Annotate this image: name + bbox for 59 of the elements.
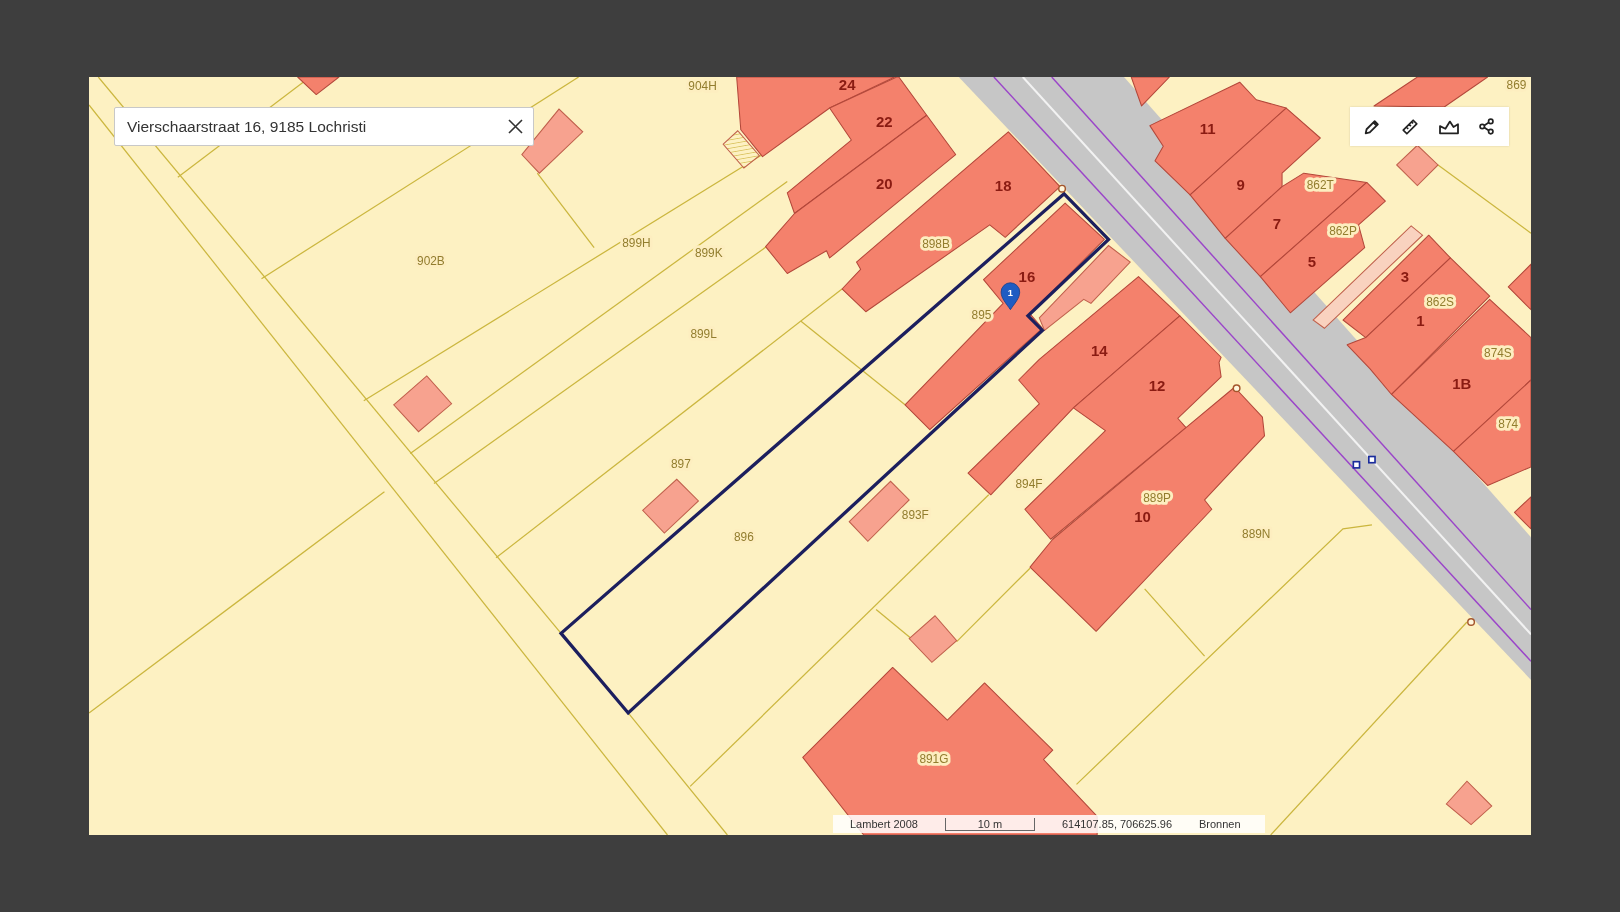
parcel-number-label: 898B (922, 236, 950, 251)
outbuilding (521, 108, 584, 174)
house-number-label: 1 (1416, 312, 1425, 330)
house-number-label: 12 (1148, 377, 1166, 395)
projection-label: Lambert 2008 (850, 818, 918, 830)
parcel-number-label: 862T (1306, 177, 1334, 192)
close-icon (507, 118, 523, 134)
house-number-label: 22 (876, 112, 893, 130)
survey-point-icon (1467, 617, 1476, 626)
building (297, 77, 340, 96)
house-number-label: 18 (994, 176, 1012, 194)
parcel-number-label: 895 (971, 307, 992, 322)
share-icon (1478, 118, 1496, 135)
sources-link[interactable]: Bronnen (1199, 818, 1241, 830)
outbuilding (908, 615, 958, 663)
map-marker[interactable]: 1 (1000, 282, 1021, 311)
house-number-label: 16 (1018, 267, 1036, 285)
parcel-number-label: 902B (417, 254, 445, 269)
parcel-number-label: 889P (1143, 491, 1171, 505)
outbuilding (1396, 144, 1439, 187)
building (1513, 496, 1531, 530)
parcel-number-label: 897 (670, 456, 691, 471)
hatched-structure (722, 130, 761, 169)
house-number-label: 3 (1400, 267, 1410, 285)
pencil-icon (1363, 117, 1381, 136)
parcel-number-label: 869 (1506, 78, 1527, 93)
house-number-label: 24 (838, 77, 856, 94)
parcel-number-label: 896 (734, 530, 754, 545)
outbuilding (1445, 780, 1493, 826)
parcel-number-label: 894F (1015, 476, 1043, 491)
square-marker-icon (1352, 460, 1361, 469)
survey-point-icon (1058, 184, 1067, 193)
survey-point-icon (1232, 384, 1241, 393)
parcel-number-label: 893F (901, 507, 929, 522)
parcel-number-label: 862P (1329, 224, 1357, 239)
parcel-number-label: 891G (919, 751, 949, 766)
coordinates-readout: 614107.85, 706625.96 (1061, 818, 1172, 830)
house-number-label: 14 (1090, 342, 1108, 360)
parcel-number-label: 874S (1484, 346, 1512, 361)
house-number-label: 1B (1452, 375, 1472, 393)
house-number-label: 10 (1134, 507, 1151, 525)
ruler-icon (1401, 117, 1420, 136)
house-number-label: 5 (1307, 253, 1317, 271)
parcel-number-label: 899H (622, 235, 651, 250)
parcel-number-label: 899L (690, 326, 717, 341)
house-number-label: 20 (876, 174, 893, 192)
parcel-number-label: 889N (1242, 527, 1271, 542)
parcel-number-label: 862S (1426, 294, 1454, 309)
square-marker-icon (1368, 455, 1376, 464)
parcel-number-label: 874 (1498, 416, 1519, 431)
outbuilding (641, 478, 700, 534)
house-number-label: 11 (1199, 119, 1216, 137)
house-number-label: 9 (1236, 175, 1245, 193)
parcel-number-label: 899K (694, 245, 723, 260)
outbuilding (393, 375, 453, 433)
search-field[interactable]: Vierschaarstraat 16, 9185 Lochristi (114, 107, 534, 146)
scale-bar: 10 m (944, 817, 1035, 831)
house-number-label: 7 (1272, 215, 1282, 232)
parcel-number-label: 904H (688, 79, 717, 94)
